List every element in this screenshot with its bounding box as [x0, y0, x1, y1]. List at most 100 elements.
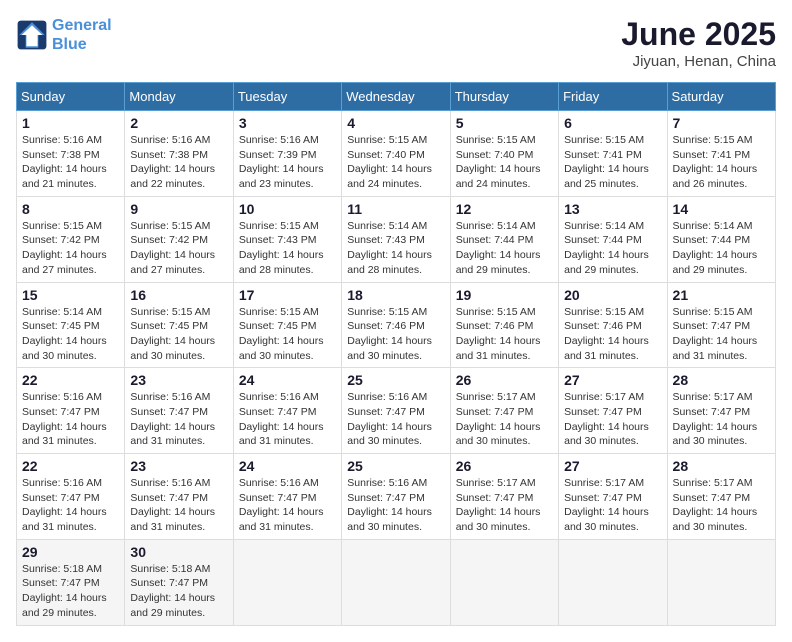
calendar-cell: 28 Sunrise: 5:17 AMSunset: 7:47 PMDayligh…: [667, 454, 775, 540]
day-info: Sunrise: 5:16 AMSunset: 7:47 PMDaylight:…: [130, 476, 227, 535]
day-number: 19: [456, 287, 553, 303]
day-info: Sunrise: 5:16 AMSunset: 7:39 PMDaylight:…: [239, 133, 336, 192]
calendar-table: SundayMondayTuesdayWednesdayThursdayFrid…: [16, 82, 776, 626]
day-number: 23: [130, 372, 227, 388]
day-info: Sunrise: 5:17 AMSunset: 7:47 PMDaylight:…: [673, 476, 770, 535]
day-number: 28: [673, 372, 770, 388]
weekday-header: Wednesday: [342, 83, 450, 111]
day-info: Sunrise: 5:15 AMSunset: 7:41 PMDaylight:…: [673, 133, 770, 192]
calendar-cell: 25 Sunrise: 5:16 AMSunset: 7:47 PMDayligh…: [342, 368, 450, 454]
day-number: 5: [456, 115, 553, 131]
calendar-cell: 7Sunrise: 5:15 AMSunset: 7:41 PMDaylight…: [667, 111, 775, 197]
calendar-cell: 22 Sunrise: 5:16 AMSunset: 7:47 PMDayligh…: [17, 454, 125, 540]
day-number: 14: [673, 201, 770, 217]
weekday-header: Tuesday: [233, 83, 341, 111]
calendar-cell: [342, 539, 450, 625]
calendar-cell: 21Sunrise: 5:15 AMSunset: 7:47 PMDayligh…: [667, 282, 775, 368]
logo-icon: [16, 19, 48, 51]
weekday-header: Monday: [125, 83, 233, 111]
calendar-cell: 2 Sunrise: 5:16 AMSunset: 7:38 PMDaylight…: [125, 111, 233, 197]
calendar-cell: 28 Sunrise: 5:17 AMSunset: 7:47 PMDayligh…: [667, 368, 775, 454]
day-info: Sunrise: 5:15 AMSunset: 7:43 PMDaylight:…: [239, 219, 336, 278]
day-info: Sunrise: 5:14 AMSunset: 7:44 PMDaylight:…: [673, 219, 770, 278]
calendar-cell: 30Sunrise: 5:18 AMSunset: 7:47 PMDayligh…: [125, 539, 233, 625]
day-info: Sunrise: 5:16 AMSunset: 7:38 PMDaylight:…: [130, 133, 227, 192]
calendar-cell: [450, 539, 558, 625]
subtitle: Jiyuan, Henan, China: [621, 53, 776, 70]
weekday-header: Saturday: [667, 83, 775, 111]
day-info: Sunrise: 5:17 AMSunset: 7:47 PMDaylight:…: [564, 476, 661, 535]
calendar-cell: 27Sunrise: 5:17 AMSunset: 7:47 PMDayligh…: [559, 454, 667, 540]
day-info: Sunrise: 5:14 AMSunset: 7:44 PMDaylight:…: [564, 219, 661, 278]
day-info: Sunrise: 5:15 AMSunset: 7:42 PMDaylight:…: [22, 219, 119, 278]
day-number: 3: [239, 115, 336, 131]
day-info: Sunrise: 5:16 AMSunset: 7:47 PMDaylight:…: [22, 476, 119, 535]
day-number: 11: [347, 201, 444, 217]
day-number: 25: [347, 372, 444, 388]
day-number: 22: [22, 458, 119, 474]
weekday-header-row: SundayMondayTuesdayWednesdayThursdayFrid…: [17, 83, 776, 111]
day-number: 9: [130, 201, 227, 217]
day-number: 21: [673, 287, 770, 303]
day-number: 26: [456, 372, 553, 388]
calendar-cell: 26Sunrise: 5:17 AMSunset: 7:47 PMDayligh…: [450, 368, 558, 454]
day-number: 13: [564, 201, 661, 217]
day-info: Sunrise: 5:16 AMSunset: 7:47 PMDaylight:…: [347, 476, 444, 535]
day-info: Sunrise: 5:16 AMSunset: 7:47 PMDaylight:…: [130, 390, 227, 449]
day-info: Sunrise: 5:15 AMSunset: 7:41 PMDaylight:…: [564, 133, 661, 192]
day-info: Sunrise: 5:17 AMSunset: 7:47 PMDaylight:…: [456, 476, 553, 535]
calendar-week-row: 8Sunrise: 5:15 AMSunset: 7:42 PMDaylight…: [17, 196, 776, 282]
day-info: Sunrise: 5:17 AMSunset: 7:47 PMDaylight:…: [564, 390, 661, 449]
day-number: 27: [564, 372, 661, 388]
calendar-cell: 23 Sunrise: 5:16 AMSunset: 7:47 PMDayligh…: [125, 368, 233, 454]
day-info: Sunrise: 5:14 AMSunset: 7:45 PMDaylight:…: [22, 305, 119, 364]
day-info: Sunrise: 5:15 AMSunset: 7:46 PMDaylight:…: [564, 305, 661, 364]
day-number: 30: [130, 544, 227, 560]
calendar-cell: 27 Sunrise: 5:17 AMSunset: 7:47 PMDayligh…: [559, 368, 667, 454]
calendar-cell: 6Sunrise: 5:15 AMSunset: 7:41 PMDaylight…: [559, 111, 667, 197]
day-number: 22: [22, 372, 119, 388]
day-number: 2: [130, 115, 227, 131]
day-number: 18: [347, 287, 444, 303]
day-info: Sunrise: 5:16 AMSunset: 7:47 PMDaylight:…: [239, 390, 336, 449]
calendar-cell: 23Sunrise: 5:16 AMSunset: 7:47 PMDayligh…: [125, 454, 233, 540]
calendar-cell: 1 Sunrise: 5:16 AMSunset: 7:38 PMDaylight…: [17, 111, 125, 197]
calendar-cell: 19 Sunrise: 5:15 AMSunset: 7:46 PMDayligh…: [450, 282, 558, 368]
day-info: Sunrise: 5:15 AMSunset: 7:40 PMDaylight:…: [456, 133, 553, 192]
day-info: Sunrise: 5:15 AMSunset: 7:42 PMDaylight:…: [130, 219, 227, 278]
calendar-cell: 3 Sunrise: 5:16 AMSunset: 7:39 PMDaylight…: [233, 111, 341, 197]
calendar-cell: 24Sunrise: 5:16 AMSunset: 7:47 PMDayligh…: [233, 368, 341, 454]
day-info: Sunrise: 5:15 AMSunset: 7:46 PMDaylight:…: [456, 305, 553, 364]
calendar-week-row: 29Sunrise: 5:18 AMSunset: 7:47 PMDayligh…: [17, 539, 776, 625]
calendar-cell: 29Sunrise: 5:18 AMSunset: 7:47 PMDayligh…: [17, 539, 125, 625]
day-info: Sunrise: 5:14 AMSunset: 7:44 PMDaylight:…: [456, 219, 553, 278]
weekday-header: Sunday: [17, 83, 125, 111]
calendar-week-row: 15Sunrise: 5:14 AMSunset: 7:45 PMDayligh…: [17, 282, 776, 368]
day-number: 12: [456, 201, 553, 217]
day-info: Sunrise: 5:15 AMSunset: 7:46 PMDaylight:…: [347, 305, 444, 364]
day-info: Sunrise: 5:17 AMSunset: 7:47 PMDaylight:…: [673, 390, 770, 449]
weekday-header: Thursday: [450, 83, 558, 111]
calendar-cell: 20Sunrise: 5:15 AMSunset: 7:46 PMDayligh…: [559, 282, 667, 368]
day-info: Sunrise: 5:16 AMSunset: 7:47 PMDaylight:…: [347, 390, 444, 449]
day-info: Sunrise: 5:16 AMSunset: 7:38 PMDaylight:…: [22, 133, 119, 192]
day-number: 24: [239, 458, 336, 474]
calendar-cell: [559, 539, 667, 625]
day-number: 29: [22, 544, 119, 560]
calendar-cell: 10Sunrise: 5:15 AMSunset: 7:43 PMDayligh…: [233, 196, 341, 282]
day-number: 17: [239, 287, 336, 303]
calendar-week-row: 1 Sunrise: 5:16 AMSunset: 7:38 PMDaylight…: [17, 111, 776, 197]
calendar-cell: 11Sunrise: 5:14 AMSunset: 7:43 PMDayligh…: [342, 196, 450, 282]
day-number: 4: [347, 115, 444, 131]
day-number: 1: [22, 115, 119, 131]
day-number: 28: [673, 458, 770, 474]
calendar-cell: [667, 539, 775, 625]
logo-text: General Blue: [52, 16, 112, 54]
logo: General Blue: [16, 16, 112, 54]
calendar-week-row: 22 Sunrise: 5:16 AMSunset: 7:47 PMDayligh…: [17, 368, 776, 454]
day-info: Sunrise: 5:16 AMSunset: 7:47 PMDaylight:…: [239, 476, 336, 535]
calendar-cell: 25Sunrise: 5:16 AMSunset: 7:47 PMDayligh…: [342, 454, 450, 540]
calendar-cell: 18 Sunrise: 5:15 AMSunset: 7:46 PMDayligh…: [342, 282, 450, 368]
weekday-header: Friday: [559, 83, 667, 111]
calendar-cell: 24 Sunrise: 5:16 AMSunset: 7:47 PMDayligh…: [233, 454, 341, 540]
